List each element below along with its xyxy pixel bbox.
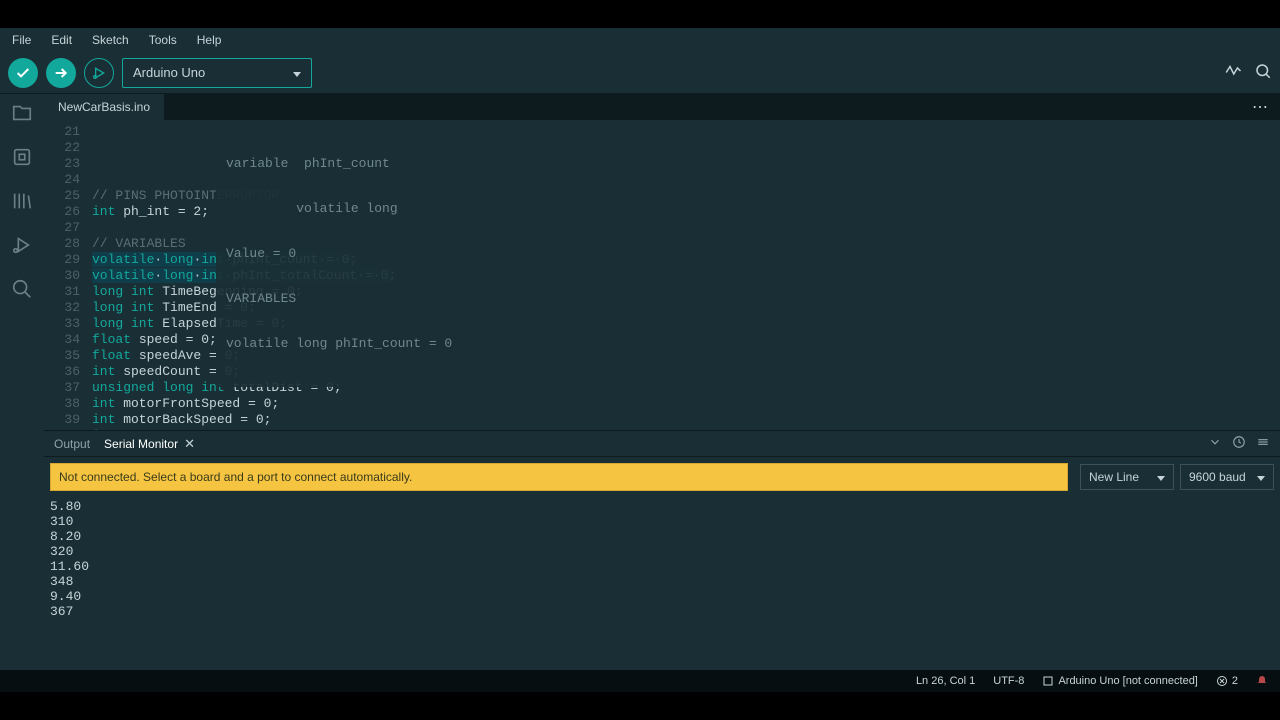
bell-icon[interactable] [1256, 675, 1268, 687]
toolbar: Arduino Uno [0, 52, 1280, 94]
connection-warning: Not connected. Select a board and a port… [50, 463, 1068, 491]
serial-monitor-icon[interactable] [1254, 62, 1272, 83]
upload-button[interactable] [46, 58, 76, 88]
menu-edit[interactable]: Edit [43, 31, 80, 49]
menu-bar: FileEditSketchToolsHelp [0, 28, 1280, 52]
library-manager-icon[interactable] [11, 190, 33, 212]
search-icon[interactable] [11, 278, 33, 300]
chevron-down-icon [293, 65, 301, 80]
clear-output-icon[interactable] [1256, 435, 1270, 452]
editor-tab[interactable]: NewCarBasis.ino [44, 94, 164, 120]
menu-help[interactable]: Help [189, 31, 230, 49]
chevron-down-icon [1257, 470, 1265, 484]
editor-tabs: NewCarBasis.ino ⋯ [44, 94, 1280, 120]
sketchbook-icon[interactable] [11, 102, 33, 124]
serial-plotter-icon[interactable] [1224, 62, 1242, 83]
baud-rate-select[interactable]: 9600 baud [1180, 464, 1274, 490]
notifications[interactable]: 2 [1216, 675, 1238, 687]
line-ending-select[interactable]: New Line [1080, 464, 1174, 490]
code-editor[interactable]: 2122232425262728293031323334353637383940… [44, 120, 1280, 430]
tab-serial-monitor[interactable]: Serial Monitor [104, 437, 178, 451]
debug-icon[interactable] [11, 234, 33, 256]
toggle-autoscroll-icon[interactable] [1208, 435, 1222, 452]
serial-output: 5.803108.2032011.603489.40367 [44, 497, 1280, 670]
file-encoding: UTF-8 [993, 675, 1024, 687]
toggle-timestamp-icon[interactable] [1232, 435, 1246, 452]
close-icon[interactable]: ✕ [184, 436, 195, 452]
menu-sketch[interactable]: Sketch [84, 31, 137, 49]
menu-tools[interactable]: Tools [141, 31, 185, 49]
chevron-down-icon [1157, 470, 1165, 484]
boards-manager-icon[interactable] [11, 146, 33, 168]
debug-button[interactable] [84, 58, 114, 88]
cursor-position: Ln 26, Col 1 [916, 675, 975, 687]
verify-button[interactable] [8, 58, 38, 88]
status-bar: Ln 26, Col 1 UTF-8 Arduino Uno [not conn… [0, 670, 1280, 692]
more-actions-button[interactable]: ⋯ [1242, 97, 1280, 117]
tab-output[interactable]: Output [54, 437, 90, 451]
menu-file[interactable]: File [4, 31, 39, 49]
board-status[interactable]: Arduino Uno [not connected] [1042, 675, 1197, 687]
board-selector-label: Arduino Uno [133, 65, 205, 80]
bottom-panel: Output Serial Monitor ✕ Not [44, 430, 1280, 670]
board-selector[interactable]: Arduino Uno [122, 58, 312, 88]
activity-bar [0, 94, 44, 670]
